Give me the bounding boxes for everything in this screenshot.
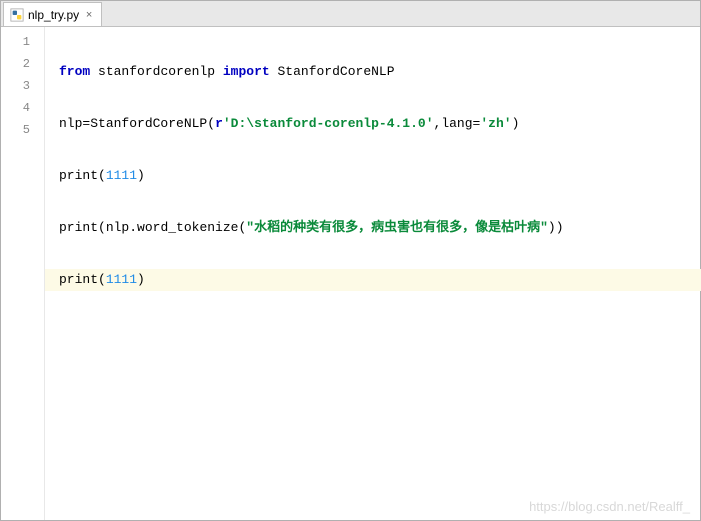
number-literal: 1111 [106, 168, 137, 183]
paren-open: ( [98, 168, 106, 183]
python-file-icon [10, 8, 24, 22]
dot: . [129, 220, 137, 235]
kwarg-name: lang [441, 116, 472, 131]
keyword-from: from [59, 64, 90, 79]
var-name: nlp [59, 116, 82, 131]
string-literal: 'zh' [480, 116, 511, 131]
method-name: word_tokenize [137, 220, 238, 235]
code-line: from stanfordcorenlp import StanfordCore… [59, 61, 700, 83]
paren-open: ( [98, 272, 106, 287]
fn-print: print [59, 220, 98, 235]
close-icon[interactable]: × [83, 9, 95, 21]
string-literal: 'D:\stanford-corenlp-4.1.0' [223, 116, 434, 131]
paren-open: ( [98, 220, 106, 235]
code-editor[interactable]: from stanfordcorenlp import StanfordCore… [45, 27, 700, 520]
module-name: stanfordcorenlp [98, 64, 215, 79]
editor-area: 1 2 3 4 5 from stanfordcorenlp import St… [1, 27, 700, 520]
line-gutter: 1 2 3 4 5 [1, 27, 45, 520]
raw-prefix: r [215, 116, 223, 131]
line-number: 3 [1, 75, 44, 97]
file-tab[interactable]: nlp_try.py × [3, 2, 102, 26]
tab-filename: nlp_try.py [28, 8, 79, 22]
class-name: StanfordCoreNLP [278, 64, 395, 79]
line-number: 2 [1, 53, 44, 75]
fn-print: print [59, 168, 98, 183]
paren-open: ( [207, 116, 215, 131]
keyword-import: import [223, 64, 270, 79]
line-number: 4 [1, 97, 44, 119]
watermark-text: https://blog.csdn.net/Realff_ [529, 499, 690, 514]
paren-close: ) [137, 272, 145, 287]
paren-close: ) [556, 220, 564, 235]
paren-close: ) [137, 168, 145, 183]
ctor-name: StanfordCoreNLP [90, 116, 207, 131]
paren-close: ) [548, 220, 556, 235]
fn-print: print [59, 272, 98, 287]
tab-bar: nlp_try.py × [1, 1, 700, 27]
string-literal: "水稻的种类有很多，病虫害也有很多，像是枯叶病" [246, 220, 548, 235]
code-line: print(1111) [59, 165, 700, 187]
code-line: nlp=StanfordCoreNLP(r'D:\stanford-corenl… [59, 113, 700, 135]
line-number: 5 [1, 119, 44, 141]
code-line: print(nlp.word_tokenize("水稻的种类有很多，病虫害也有很… [59, 217, 700, 239]
line-number: 1 [1, 31, 44, 53]
number-literal: 1111 [106, 272, 137, 287]
code-line-current: print(1111) [45, 269, 701, 291]
paren-close: ) [512, 116, 520, 131]
var-name: nlp [106, 220, 129, 235]
